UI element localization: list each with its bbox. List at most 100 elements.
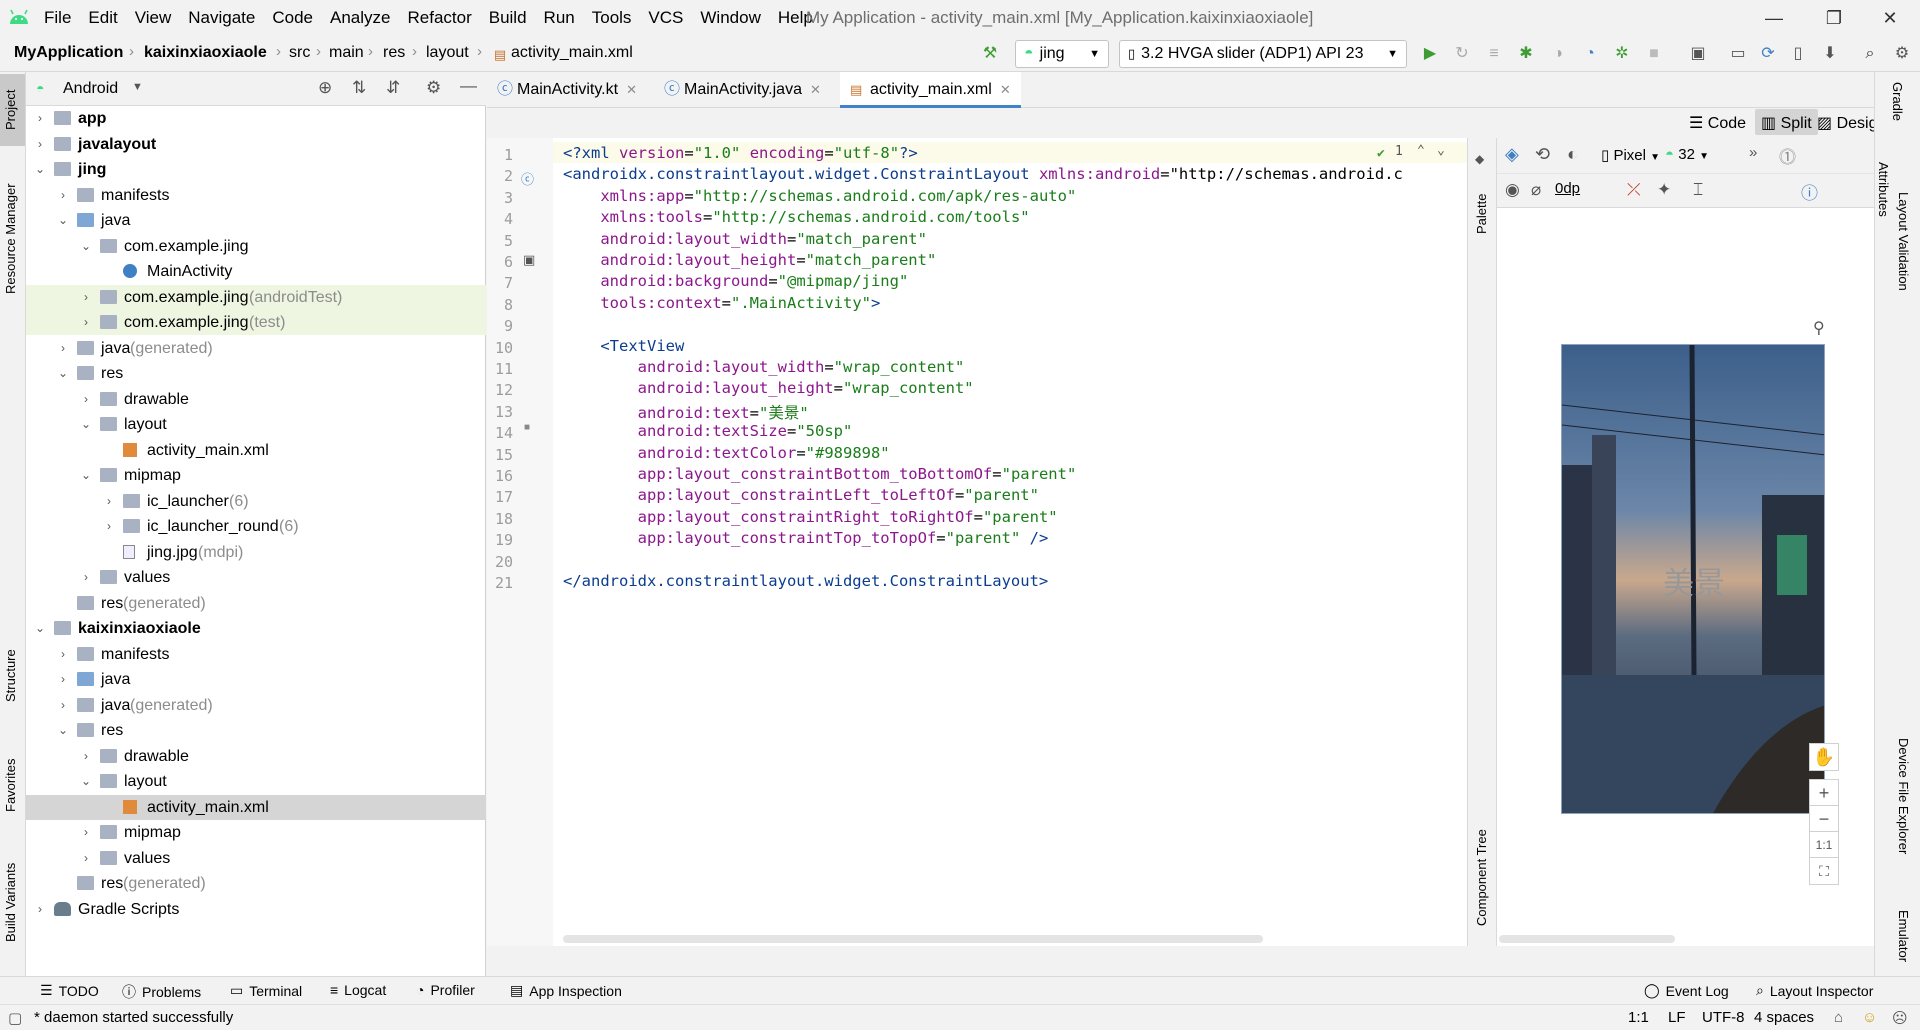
layout-inspector-tool[interactable]: ⌕ Layout Inspector	[1756, 982, 1873, 999]
code-editor[interactable]: <?xml version="1.0" encoding="utf-8"?> <a…	[553, 138, 1467, 946]
debug-icon[interactable]: ✱	[1516, 44, 1536, 64]
tree-item[interactable]: › app	[26, 106, 486, 131]
menu-code[interactable]: Code	[272, 8, 313, 28]
class-gutter-icon[interactable]: ⓒ	[521, 169, 534, 188]
collapse-all-icon[interactable]: ⇵	[386, 78, 400, 98]
attach-process-icon[interactable]: ✲	[1612, 44, 1632, 64]
sdk-manager-icon[interactable]: ⬇	[1820, 44, 1840, 64]
chevron-right-icon[interactable]: ›	[57, 693, 69, 718]
tree-item[interactable]: ⌄ jing	[26, 157, 486, 182]
search-icon[interactable]: ⌕	[1860, 44, 1880, 64]
chevron-down-icon[interactable]: ⌄	[57, 208, 69, 233]
chevron-right-icon[interactable]: ›	[80, 744, 92, 769]
color-swatch-icon[interactable]: ■	[524, 422, 530, 433]
chevron-right-icon[interactable]: ›	[34, 132, 46, 157]
chevron-down-icon[interactable]: ⌄	[80, 463, 92, 488]
design-surface-icon[interactable]: ◈	[1505, 144, 1519, 165]
problems-tool[interactable]: ⓘ Problems	[122, 982, 201, 1002]
chevron-down-icon[interactable]: ⌄	[57, 361, 69, 386]
structure-tab[interactable]: Structure	[3, 649, 18, 702]
close-icon[interactable]: ✕	[1870, 4, 1910, 32]
chevron-down-icon[interactable]: ⌄	[80, 769, 92, 794]
tree-item[interactable]: MainActivity	[26, 259, 486, 284]
file-encoding[interactable]: UTF-8	[1702, 1009, 1745, 1026]
code-mode-button[interactable]: ☰ Code	[1689, 113, 1746, 133]
tree-item[interactable]: › drawable	[26, 744, 486, 769]
chevron-right-icon[interactable]: ›	[34, 897, 46, 922]
hammer-icon[interactable]: ⚒	[980, 44, 1000, 64]
breadcrumb-module[interactable]: kaixinxiaoxiaole	[144, 44, 267, 62]
design-horizontal-scrollbar[interactable]	[1499, 935, 1675, 943]
help-icon[interactable]: ⓘ	[1801, 179, 1818, 204]
project-tool-tab[interactable]: Project	[3, 90, 18, 130]
profile-icon[interactable]: ◔	[1580, 44, 1600, 64]
pin-icon[interactable]: ⚲	[1813, 318, 1825, 338]
close-tab-icon[interactable]: ✕	[1000, 82, 1011, 97]
default-margin-select[interactable]: 0dp	[1555, 180, 1580, 197]
chevron-right-icon[interactable]: ›	[57, 642, 69, 667]
minimize-icon[interactable]: —	[1754, 4, 1794, 32]
caret-position[interactable]: 1:1	[1628, 1009, 1649, 1026]
zoom-actual-size[interactable]: 1:1	[1809, 831, 1839, 859]
infer-constraints-icon[interactable]: ✦	[1657, 180, 1671, 200]
previous-highlight-icon[interactable]: ⌃	[1417, 143, 1425, 158]
tree-item[interactable]: ⌄ java	[26, 208, 486, 233]
chevron-right-icon[interactable]: ›	[57, 336, 69, 361]
breadcrumb-res[interactable]: res	[383, 44, 405, 62]
zoom-in-icon[interactable]: +	[1809, 779, 1839, 807]
gear-icon[interactable]: ⚙	[426, 78, 441, 98]
stop-icon[interactable]: ■	[1644, 44, 1664, 64]
tree-item[interactable]: › mipmap	[26, 820, 486, 845]
guidelines-icon[interactable]: ⌶	[1693, 180, 1703, 200]
indent-setting[interactable]: 4 spaces	[1754, 1009, 1814, 1026]
clear-constraints-icon[interactable]: ⤫	[1627, 180, 1641, 200]
chevron-right-icon[interactable]: ›	[80, 285, 92, 310]
split-mode-button[interactable]: ▥ Split	[1755, 109, 1818, 135]
dropdown-arrow-icon[interactable]: ▼	[132, 81, 143, 93]
build-variants-tab[interactable]: Build Variants	[3, 863, 18, 942]
breadcrumb-main[interactable]: main	[329, 44, 364, 62]
menu-view[interactable]: View	[135, 8, 172, 28]
apply-changes-icon[interactable]: ≡	[1484, 44, 1504, 64]
autoconnect-icon[interactable]: ⌀	[1531, 180, 1541, 200]
tree-item[interactable]: › java (generated)	[26, 693, 486, 718]
tree-item[interactable]: › com.example.jing (androidTest)	[26, 284, 486, 310]
night-mode-icon[interactable]: ◐	[1567, 144, 1578, 165]
rerun-icon[interactable]: ↻	[1452, 44, 1472, 64]
menu-analyze[interactable]: Analyze	[330, 8, 390, 28]
tree-item[interactable]: › Gradle Scripts	[26, 897, 486, 922]
project-view-mode[interactable]: Android	[63, 80, 118, 98]
chevron-down-icon[interactable]: ⌄	[34, 157, 46, 182]
orientation-icon[interactable]: ⟲	[1535, 144, 1550, 165]
tree-item[interactable]: ⌄ kaixinxiaoxiaole	[26, 616, 486, 641]
feedback-happy-icon[interactable]: ☺	[1862, 1009, 1877, 1026]
tree-item[interactable]: › ic_launcher (6)	[26, 489, 486, 514]
tree-item[interactable]: › drawable	[26, 387, 486, 412]
chevron-right-icon[interactable]: ›	[57, 667, 69, 692]
chevron-right-icon[interactable]: ›	[57, 183, 69, 208]
tree-item[interactable]: › manifests	[26, 642, 486, 667]
layout-validation-tab[interactable]: Layout Validation	[1896, 192, 1911, 291]
feedback-sad-icon[interactable]: ☹	[1892, 1009, 1908, 1027]
tree-item[interactable]: res (generated)	[26, 591, 486, 616]
logcat-tool[interactable]: ≡ Logcat	[330, 982, 386, 998]
menu-vcs[interactable]: VCS	[648, 8, 683, 28]
attributes-tab[interactable]: Attributes	[1876, 162, 1891, 217]
textview-preview[interactable]: 美景	[1562, 345, 1824, 813]
lock-icon[interactable]: ⌂	[1834, 1009, 1843, 1026]
run-config-select[interactable]: ◓ jing ▼	[1015, 40, 1109, 68]
palette-tab[interactable]: Palette	[1474, 194, 1489, 234]
device-selector[interactable]: ▯ Pixel ▼	[1601, 146, 1660, 164]
tab-activity-main-xml[interactable]: ▤ activity_main.xml ✕	[840, 72, 1021, 108]
next-highlight-icon[interactable]: ⌄	[1437, 143, 1445, 158]
run-icon[interactable]: ▶	[1420, 44, 1440, 64]
attach-debugger-icon[interactable]: ◑	[1548, 44, 1568, 64]
tree-item[interactable]: activity_main.xml	[26, 438, 486, 463]
sync-gradle-icon[interactable]: ⟳	[1758, 44, 1778, 64]
menu-run[interactable]: Run	[544, 8, 575, 28]
tree-item[interactable]: › values	[26, 565, 486, 590]
menu-file[interactable]: File	[44, 8, 71, 28]
chevron-right-icon[interactable]: ›	[80, 310, 92, 335]
tree-item[interactable]: › com.example.jing (test)	[26, 310, 486, 335]
menu-build[interactable]: Build	[489, 8, 527, 28]
